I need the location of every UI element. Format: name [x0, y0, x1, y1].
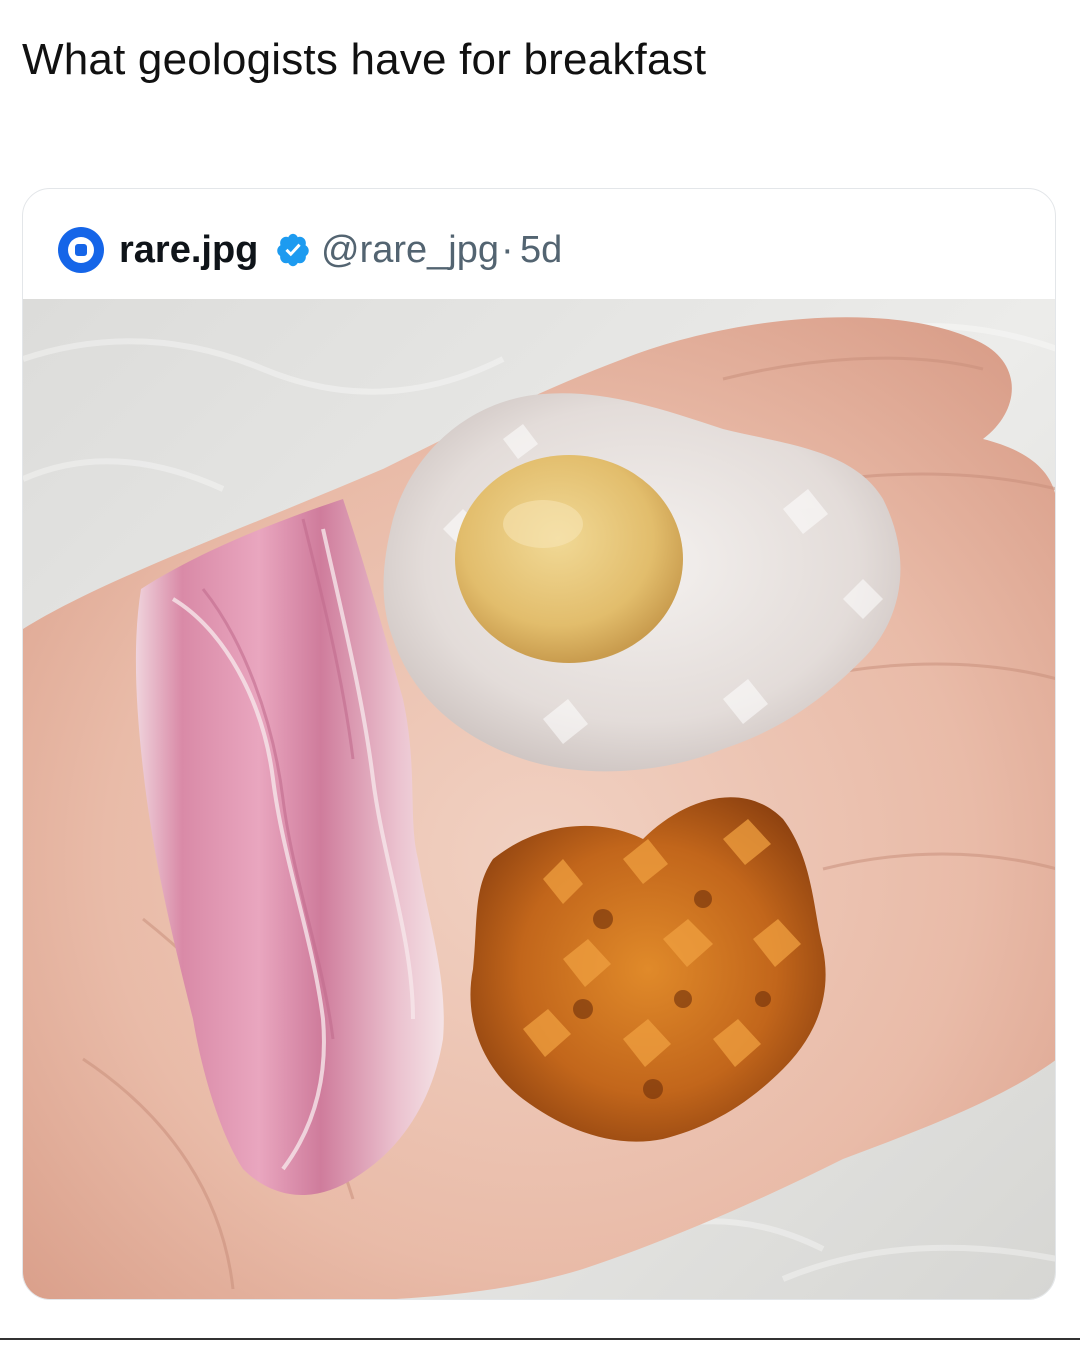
- account-display-name[interactable]: rare.jpg: [119, 225, 258, 275]
- globe-logo-icon: [68, 237, 94, 263]
- account-handle[interactable]: @rare_jpg: [321, 225, 499, 275]
- account-avatar[interactable]: [58, 227, 104, 273]
- breakfast-minerals-photo: [23, 299, 1055, 1299]
- post-caption: What geologists have for breakfast: [22, 35, 707, 84]
- meme-post: What geologists have for breakfast rare.…: [0, 0, 1080, 1347]
- verified-badge-icon: [277, 233, 309, 267]
- tweet-photo[interactable]: [23, 299, 1055, 1299]
- quoted-tweet-card[interactable]: rare.jpg @rare_jpg · 5d: [22, 188, 1056, 1300]
- divider: [0, 1338, 1080, 1340]
- post-timestamp[interactable]: 5d: [520, 225, 562, 275]
- meta-separator: ·: [501, 229, 514, 271]
- quoted-tweet-header: rare.jpg @rare_jpg · 5d: [23, 189, 1055, 299]
